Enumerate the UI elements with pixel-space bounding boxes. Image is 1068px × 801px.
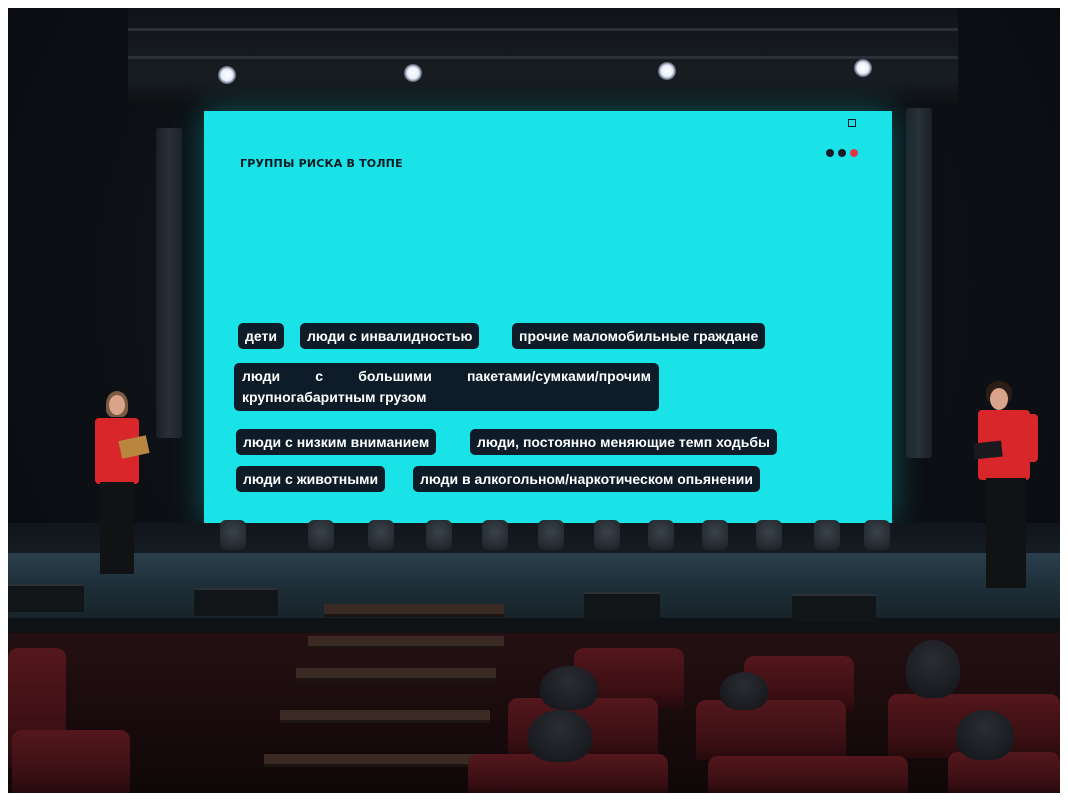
risk-tag: дети [238, 323, 284, 349]
risk-tag: люди с инвалидностью [300, 323, 480, 349]
indicator-dot-active [850, 149, 858, 157]
audience-seat [948, 752, 1060, 793]
stage-light [368, 520, 394, 550]
presenter-face [990, 388, 1008, 410]
stage-monitor [584, 592, 660, 620]
speaker-column-right [906, 108, 932, 458]
stage-monitor [194, 588, 278, 616]
stage-light [538, 520, 564, 550]
risk-tag: прочие маломобильные граждане [512, 323, 766, 349]
speaker-column-left [156, 128, 182, 438]
stage-light [594, 520, 620, 550]
presentation-screen: ГРУППЫ РИСКА В ТОЛПЕ дети люди с инвалид… [204, 111, 892, 523]
stage-monitor [792, 594, 876, 622]
slide-indicator [826, 149, 858, 157]
presenter-legs [100, 482, 134, 574]
stage-steps [280, 710, 490, 723]
tablet [973, 440, 1003, 460]
indicator-dot [826, 149, 834, 157]
risk-tag: люди, постоянно меняющие темп ходьбы [470, 429, 777, 455]
stage-steps [324, 604, 504, 617]
audience-head [540, 666, 598, 710]
truss-bar-lower [128, 56, 958, 59]
stage-light [482, 520, 508, 550]
stage-light [220, 520, 246, 550]
audience-head [906, 640, 960, 698]
stage-light [756, 520, 782, 550]
audience-seat [12, 730, 130, 793]
spotlight [658, 62, 676, 80]
risk-tag: люди с большими пакетами/сумками/прочим … [234, 363, 659, 411]
truss-bar-upper [128, 28, 958, 31]
stage-light [426, 520, 452, 550]
stage-steps [308, 636, 504, 649]
stage-light [308, 520, 334, 550]
risk-tag: люди с животными [236, 466, 386, 492]
stage-light [648, 520, 674, 550]
stage-light [864, 520, 890, 550]
spotlight [404, 64, 422, 82]
audience-head [956, 710, 1014, 760]
stage-steps [264, 754, 478, 767]
grid-icon [848, 119, 856, 127]
stage-light [702, 520, 728, 550]
audience-head [720, 672, 768, 710]
audience-seat [708, 756, 908, 793]
slide-title: ГРУППЫ РИСКА В ТОЛПЕ [240, 157, 403, 170]
indicator-dot [838, 149, 846, 157]
stage-monitor [8, 584, 84, 612]
presenter-legs [986, 478, 1026, 588]
presenter-face [109, 395, 125, 415]
stage-steps [296, 668, 496, 681]
audience-head [528, 710, 592, 762]
risk-tag: люди с низким вниманием [236, 429, 437, 455]
risk-tag: люди в алкогольном/наркотическом опьянен… [413, 466, 760, 492]
presenter-arm [1026, 414, 1038, 462]
stage-photo: ГРУППЫ РИСКА В ТОЛПЕ дети люди с инвалид… [8, 8, 1060, 793]
spotlight [218, 66, 236, 84]
audience-seat [696, 700, 846, 760]
spotlight [854, 59, 872, 77]
stage-light [814, 520, 840, 550]
